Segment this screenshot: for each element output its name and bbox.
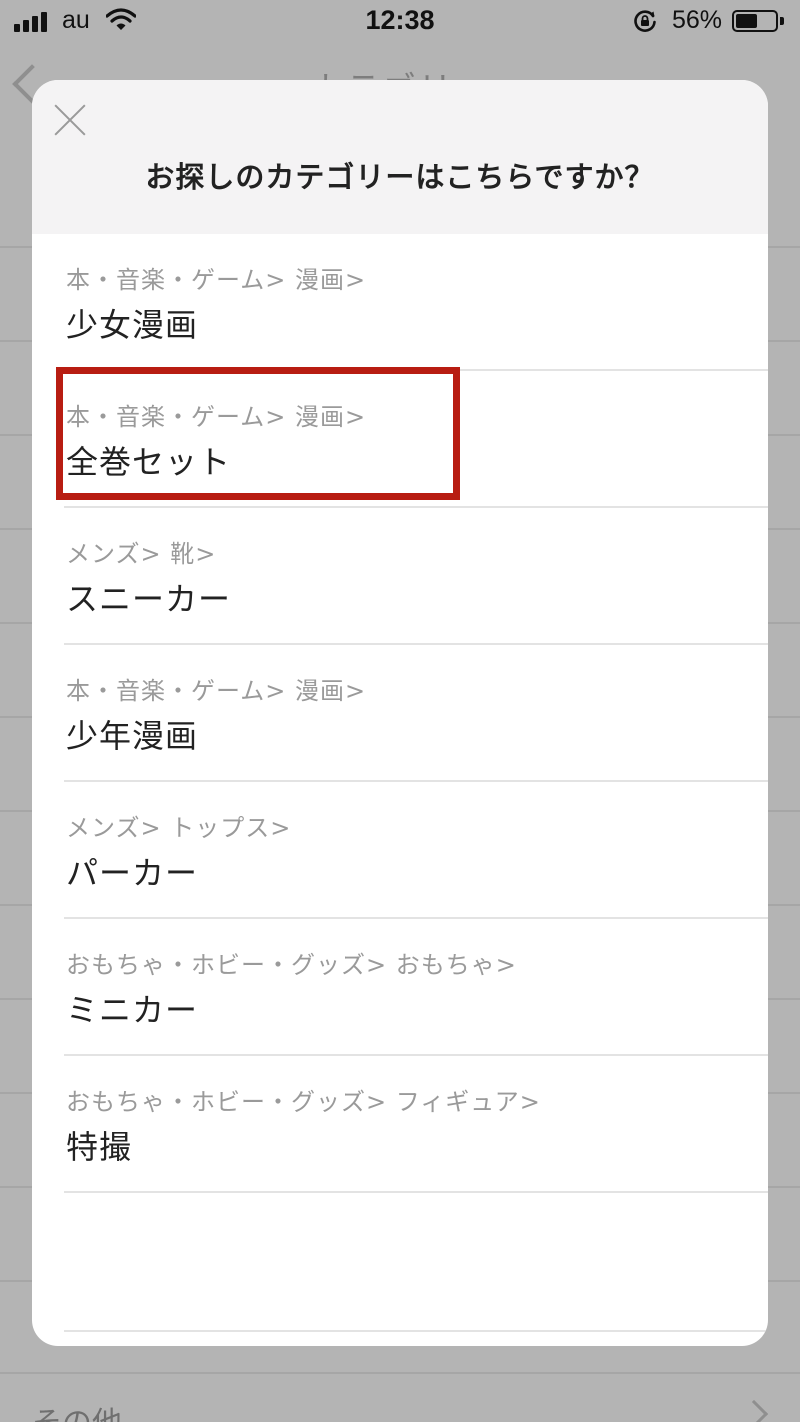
category-path: おもちゃ・ホビー・グッズ> フィギュア> bbox=[66, 1088, 541, 1116]
category-path: 本・音楽・ゲーム> 漫画> bbox=[66, 266, 367, 294]
modal-header: お探しのカテゴリーはこちらですか？ bbox=[32, 80, 768, 234]
modal-title: お探しのカテゴリーはこちらですか？ bbox=[145, 160, 655, 194]
background-row-other: その他 bbox=[32, 1398, 122, 1422]
list-end-divider bbox=[64, 1330, 768, 1332]
category-item[interactable]: 本・音楽・ゲーム> 漫画> 少女漫画 bbox=[32, 234, 768, 371]
item-divider bbox=[64, 1191, 768, 1193]
category-name: ミニカー bbox=[66, 991, 199, 1029]
close-icon[interactable] bbox=[52, 102, 88, 138]
battery-level-fill bbox=[736, 14, 757, 28]
category-item[interactable]: 本・音楽・ゲーム> 漫画> 全巻セット bbox=[32, 371, 768, 508]
battery-icon bbox=[732, 10, 778, 32]
category-name: 特撮 bbox=[66, 1128, 133, 1166]
category-item[interactable]: 本・音楽・ゲーム> 漫画> 少年漫画 bbox=[32, 645, 768, 782]
category-item[interactable]: メンズ> トップス> パーカー bbox=[32, 782, 768, 919]
status-bar: au 12:38 56% bbox=[0, 0, 800, 44]
category-suggestion-modal: お探しのカテゴリーはこちらですか？ 本・音楽・ゲーム> 漫画> 少女漫画 本・音… bbox=[32, 80, 768, 1346]
battery-percentage: 56% bbox=[672, 6, 723, 34]
category-name: 全巻セット bbox=[66, 443, 232, 481]
category-item[interactable]: メンズ> 靴> スニーカー bbox=[32, 508, 768, 645]
battery-tip bbox=[780, 17, 784, 25]
category-name: パーカー bbox=[66, 854, 199, 892]
category-path: メンズ> トップス> bbox=[66, 814, 292, 842]
category-path: 本・音楽・ゲーム> 漫画> bbox=[66, 403, 367, 431]
category-path: メンズ> 靴> bbox=[66, 540, 217, 568]
category-path: おもちゃ・ホビー・グッズ> おもちゃ> bbox=[66, 951, 517, 979]
background-divider bbox=[0, 1372, 800, 1374]
category-item[interactable]: おもちゃ・ホビー・グッズ> おもちゃ> ミニカー bbox=[32, 919, 768, 1056]
category-item[interactable]: おもちゃ・ホビー・グッズ> フィギュア> 特撮 bbox=[32, 1056, 768, 1193]
category-path: 本・音楽・ゲーム> 漫画> bbox=[66, 677, 367, 705]
category-name: 少女漫画 bbox=[66, 306, 199, 344]
category-name: スニーカー bbox=[66, 580, 232, 618]
rotation-lock-icon bbox=[634, 10, 656, 32]
category-name: 少年漫画 bbox=[66, 717, 199, 755]
chevron-right-icon bbox=[739, 1399, 769, 1422]
